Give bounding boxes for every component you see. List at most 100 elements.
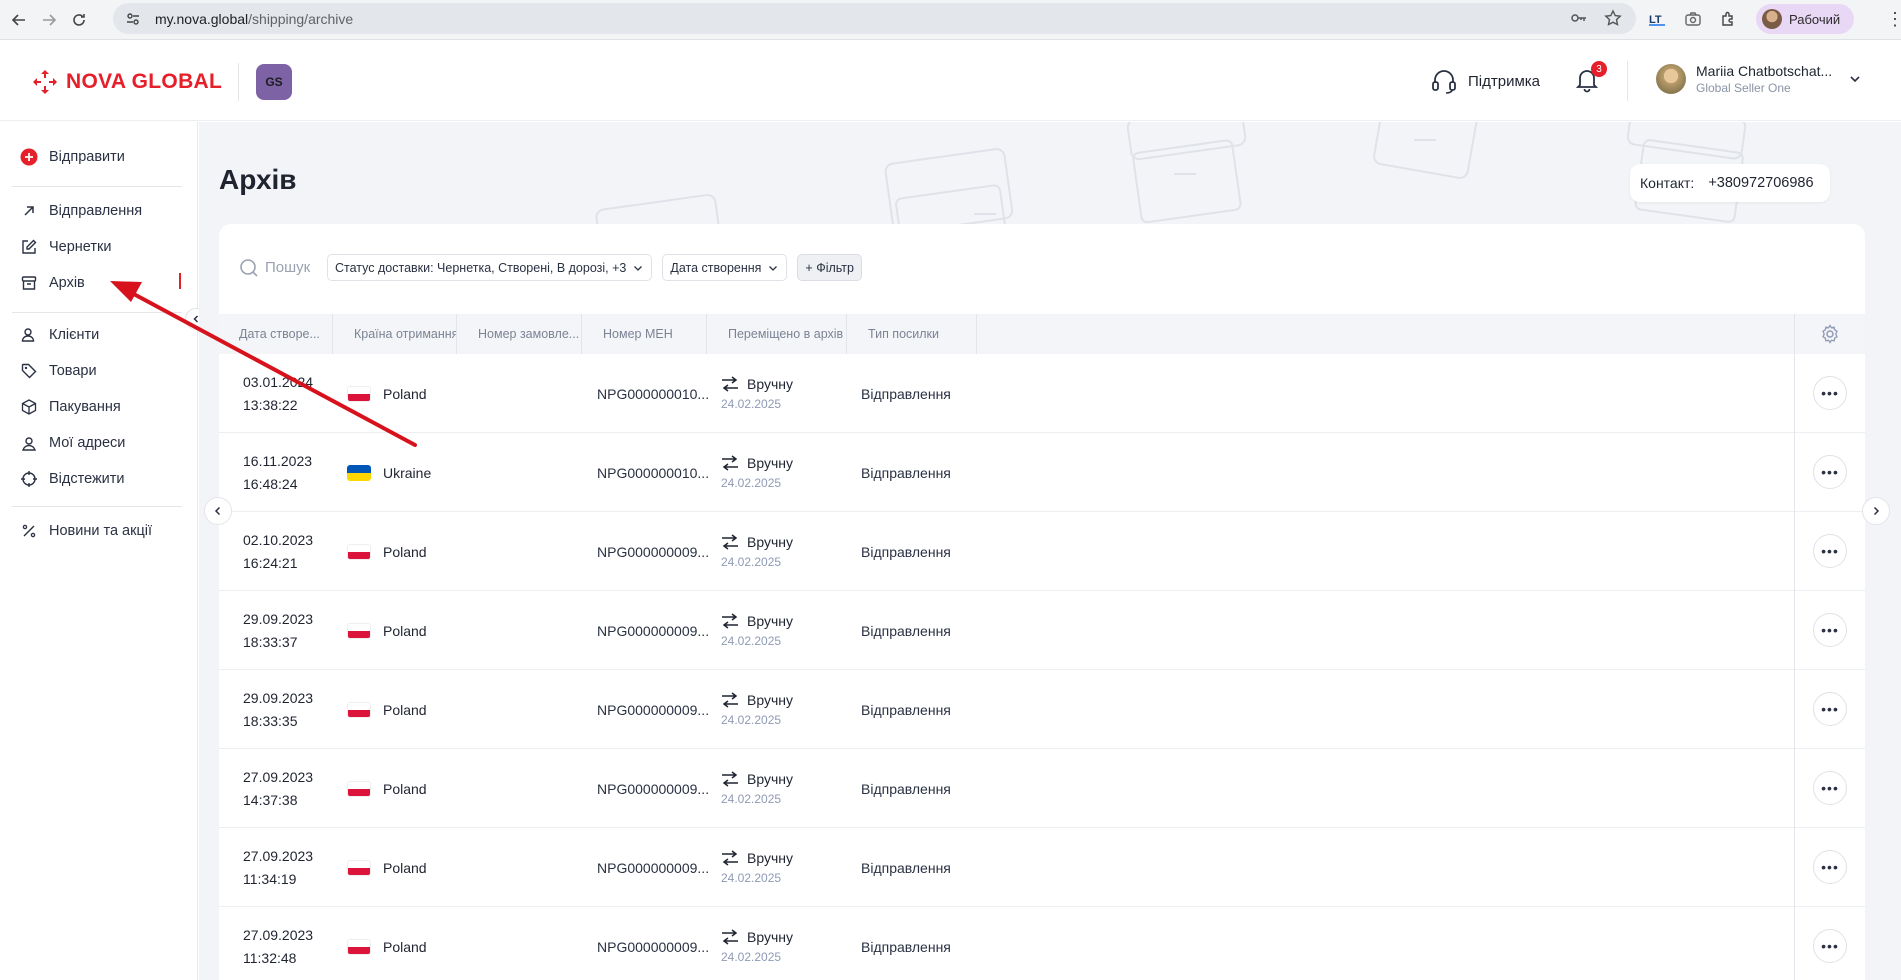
sidebar-item-shipments[interactable]: Відправлення (20, 202, 142, 220)
sidebar-divider (12, 312, 182, 313)
site-settings-icon[interactable] (123, 9, 143, 29)
country-name: Poland (383, 622, 427, 639)
table-row[interactable]: 29.09.2023 18:33:37 Poland NPG000000009... В… (219, 591, 1865, 670)
created-date: 03.01.2024 (243, 373, 314, 390)
reload-button[interactable] (64, 5, 94, 35)
sidebar-item-track[interactable]: Відстежити (20, 470, 125, 488)
scroll-left-button[interactable] (204, 497, 232, 525)
created-date: 29.09.2023 (243, 610, 314, 627)
forward-button[interactable] (34, 5, 64, 35)
moved-cell: Вручну 24.02.2025 (721, 354, 793, 433)
column-parcel-type[interactable]: Тип посилки (847, 314, 977, 354)
scroll-right-button[interactable] (1862, 497, 1890, 525)
table-row[interactable]: 16.11.2023 16:48:24 Ukraine NPG000000010...… (219, 433, 1865, 512)
column-order-number[interactable]: Номер замовле... (457, 314, 582, 354)
created-date: 27.09.2023 (243, 768, 314, 785)
sidebar-item-drafts[interactable]: Чернетки (20, 238, 111, 256)
sidebar-item-products[interactable]: Товари (20, 362, 97, 380)
contact-select[interactable]: Контакт: +380972706986 (1630, 164, 1830, 202)
country-name: Poland (383, 859, 427, 876)
parcel-type-cell: Відправлення (861, 938, 951, 955)
svg-text:LT: LT (1649, 14, 1662, 26)
reload-icon (73, 13, 85, 26)
row-more-button[interactable]: ••• (1813, 929, 1847, 963)
chevron-down-icon (769, 265, 778, 271)
sidebar-item-label: Пакування (49, 399, 121, 415)
created-date-cell: 16.11.2023 16:48:24 (243, 433, 312, 512)
back-button[interactable] (4, 5, 34, 35)
filters-bar: Пошук Статус доставки: Чернетка, Створен… (239, 254, 862, 281)
camera-icon[interactable] (1684, 10, 1702, 28)
table-row[interactable]: 03.01.2024 13:38:22 Poland NPG000000010... В… (219, 354, 1865, 433)
sidebar-item-archive[interactable]: Архів (20, 274, 85, 292)
active-item-indicator (179, 273, 181, 289)
sidebar-item-addresses[interactable]: Мої адреси (20, 434, 125, 452)
chevron-down-icon (1850, 76, 1860, 83)
row-more-button[interactable]: ••• (1813, 771, 1847, 805)
extensions-puzzle-icon[interactable] (1720, 10, 1738, 28)
date-filter-label: Дата створення (670, 260, 762, 275)
support-button[interactable]: Підтримка (1430, 68, 1540, 94)
moved-date: 24.02.2025 (721, 555, 782, 569)
table-row[interactable]: 27.09.2023 11:34:19 Poland NPG000000009... В… (219, 828, 1865, 907)
row-more-button[interactable]: ••• (1813, 613, 1847, 647)
row-more-button[interactable]: ••• (1813, 376, 1847, 410)
crosshair-icon (20, 470, 38, 488)
add-filter-button[interactable]: + Фільтр (797, 254, 862, 281)
moved-cell: Вручну 24.02.2025 (721, 512, 793, 591)
table-row[interactable]: 27.09.2023 11:32:48 Poland NPG000000009... В… (219, 907, 1865, 980)
poland-flag-icon (347, 543, 371, 560)
translate-extension-icon[interactable]: LT (1648, 10, 1666, 28)
column-moved-to-archive[interactable]: Переміщено в архів (707, 314, 847, 354)
user-menu[interactable]: Mariia Chatbotschat... Global Seller One (1656, 63, 1862, 95)
row-more-button[interactable]: ••• (1813, 534, 1847, 568)
browser-menu-icon[interactable]: ⋮ (1886, 10, 1901, 28)
contact-label: Контакт: (1640, 175, 1695, 191)
table-row[interactable]: 27.09.2023 14:37:38 Poland NPG000000009... В… (219, 749, 1865, 828)
search-input[interactable]: Пошук (239, 258, 317, 278)
contact-value: +380972706986 (1708, 175, 1814, 191)
nova-global-logo[interactable]: NOVA GLOBAL (32, 69, 222, 95)
sidebar-item-clients[interactable]: Клієнти (20, 326, 99, 344)
logo-divider (238, 63, 239, 101)
app-switch-badge[interactable]: GS (256, 64, 292, 100)
sidebar-item-news[interactable]: Новини та акції (20, 522, 152, 540)
ukraine-flag-icon (347, 464, 371, 481)
transfer-arrows-icon (722, 929, 738, 945)
key-icon[interactable] (1570, 9, 1588, 27)
column-created-date[interactable]: Дата створе... (219, 314, 333, 354)
country-cell: Poland (347, 749, 427, 828)
nova-logo-mark-icon (33, 70, 57, 94)
notifications-button[interactable]: 3 (1575, 61, 1607, 95)
address-bar[interactable]: my.nova.global/shipping/archive (113, 3, 1636, 34)
poland-flag-icon (347, 385, 371, 402)
status-filter-label: Статус доставки: Чернетка, Створені, В д… (335, 260, 627, 275)
moved-date: 24.02.2025 (721, 792, 782, 806)
row-divider (1794, 828, 1795, 907)
transfer-arrows-icon (722, 376, 738, 392)
row-more-button[interactable]: ••• (1813, 455, 1847, 489)
table-row[interactable]: 02.10.2023 16:24:21 Poland NPG000000009... В… (219, 512, 1865, 591)
sidebar-item-packaging[interactable]: Пакування (20, 398, 121, 416)
date-filter-chip[interactable]: Дата створення (662, 254, 788, 281)
arrow-left-icon (11, 13, 25, 26)
bookmark-star-icon[interactable] (1604, 9, 1622, 27)
table-settings-button[interactable] (1794, 314, 1865, 354)
created-date: 16.11.2023 (243, 452, 313, 469)
column-destination-country[interactable]: Країна отримання (333, 314, 457, 354)
row-more-button[interactable]: ••• (1813, 850, 1847, 884)
moved-date: 24.02.2025 (721, 871, 782, 885)
sidebar-item-send[interactable]: Відправити (20, 148, 125, 166)
poland-flag-icon (347, 622, 371, 639)
browser-profile-button[interactable]: Рабочий (1756, 4, 1855, 34)
row-divider (1794, 433, 1795, 512)
poland-flag-icon (347, 780, 371, 797)
table-row[interactable]: 29.09.2023 18:33:35 Poland NPG000000009... В… (219, 670, 1865, 749)
column-men-number[interactable]: Номер МЕН (582, 314, 707, 354)
transfer-arrows-icon (722, 455, 738, 471)
arrow-up-right-icon (20, 202, 38, 220)
sidebar-item-label: Відправлення (49, 203, 143, 219)
arrow-right-icon (43, 13, 57, 26)
row-more-button[interactable]: ••• (1813, 692, 1847, 726)
status-filter-chip[interactable]: Статус доставки: Чернетка, Створені, В д… (327, 254, 653, 281)
